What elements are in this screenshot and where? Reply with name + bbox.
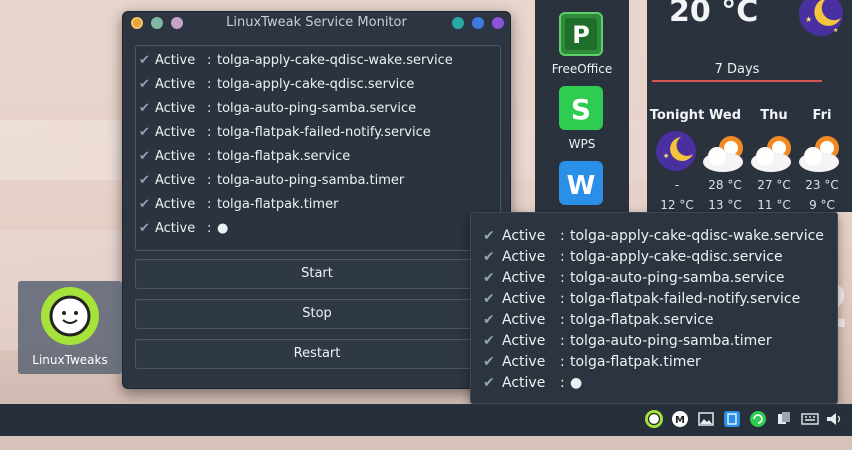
stop-button[interactable]: Stop	[135, 299, 499, 329]
clipboard-manager-tray-icon[interactable]	[775, 410, 793, 428]
list-item: ✔ Active: tolga-apply-cake-qdisc-wake.serv…	[139, 52, 453, 68]
list-item: ✔ Active: tolga-apply-cake-qdisc.service	[483, 248, 783, 265]
list-item: ✔ Active: tolga-flatpak.service	[139, 148, 351, 164]
svg-text:★: ★	[805, 15, 812, 24]
check-icon: ✔	[483, 269, 495, 286]
restart-button[interactable]: Restart	[135, 339, 499, 369]
app-dock: P FreeOffice S WPS W	[535, 0, 629, 212]
service-monitor-window: LinuxTweak Service Monitor ✔ Active: tolga…	[122, 11, 511, 389]
titlebar[interactable]: LinuxTweak Service Monitor	[123, 12, 510, 34]
wps-writer-icon[interactable]: W	[559, 161, 603, 205]
partly-cloudy-icon	[799, 136, 839, 172]
list-item: ✔ Active: tolga-auto-ping-samba.timer	[139, 172, 405, 188]
weather-widget: 20 °C ★ ★ 7 Days Tonight Wed Thu Fri ★ -…	[647, 0, 852, 212]
check-icon: ✔	[483, 290, 495, 307]
wed-high: 28 °C	[708, 178, 742, 192]
list-item: ✔ Active: tolga-auto-ping-samba.service	[483, 269, 785, 286]
current-temperature: 20 °C	[669, 0, 759, 29]
svg-text:★: ★	[663, 152, 669, 160]
check-icon: ✔	[139, 52, 150, 68]
check-icon: ✔	[483, 248, 495, 265]
svg-text:★: ★	[833, 27, 838, 34]
check-icon: ✔	[139, 172, 150, 188]
image-viewer-tray-icon[interactable]	[697, 410, 715, 428]
maximize-button[interactable]	[472, 17, 484, 29]
list-item: ✔ Active: tolga-flatpak-failed-notify.serv…	[483, 290, 801, 307]
wps-label[interactable]: WPS	[535, 137, 629, 151]
freeoffice-label[interactable]: FreeOffice	[535, 62, 629, 76]
svg-text:W: W	[567, 171, 596, 201]
wed-low: 13 °C	[708, 198, 742, 212]
service-list: ✔ Active: tolga-apply-cake-qdisc-wake.serv…	[135, 45, 501, 251]
start-button[interactable]: Start	[135, 259, 499, 289]
keyboard-tray-icon[interactable]	[801, 410, 819, 428]
desktop-icon-label[interactable]: LinuxTweaks	[18, 353, 122, 367]
desktop-bottom-strip	[0, 436, 852, 450]
list-item: ✔ Active: ●	[139, 220, 229, 236]
day-fri: Fri	[812, 108, 832, 123]
list-item: ✔ Active: tolga-flatpak-failed-notify.serv…	[139, 124, 431, 140]
clipboard-tray-icon[interactable]	[723, 410, 741, 428]
tab-7-days[interactable]: 7 Days	[652, 62, 822, 82]
partly-cloudy-icon	[703, 136, 743, 172]
svg-text:M: M	[675, 415, 685, 426]
partly-cloudy-icon	[751, 136, 791, 172]
list-item: ✔ Active: tolga-apply-cake-qdisc.service	[139, 76, 415, 92]
linuxtweaks-icon	[41, 287, 99, 345]
check-icon: ✔	[139, 76, 150, 92]
freeoffice-icon[interactable]: P	[559, 12, 603, 56]
svg-text:S: S	[571, 93, 591, 126]
m-app-tray-icon[interactable]: M	[671, 410, 689, 428]
list-item: ✔ Active: tolga-auto-ping-samba.timer	[483, 332, 772, 349]
day-wed: Wed	[709, 108, 741, 123]
volume-icon[interactable]	[825, 410, 843, 428]
wps-icon[interactable]: S	[559, 86, 603, 130]
tray-tooltip: ✔ Active: tolga-apply-cake-qdisc-wake.serv…	[470, 212, 838, 404]
fri-high: 23 °C	[805, 178, 839, 192]
minimize-button[interactable]	[452, 17, 464, 29]
list-item: ✔ Active: tolga-flatpak.service	[483, 311, 714, 328]
list-item: ✔ Active: ●	[483, 374, 583, 391]
list-item: ✔ Active: tolga-auto-ping-samba.service	[139, 100, 417, 116]
refresh-tray-icon[interactable]	[749, 410, 767, 428]
check-icon: ✔	[139, 124, 150, 140]
close-button[interactable]	[492, 17, 504, 29]
check-icon: ✔	[483, 332, 495, 349]
svg-text:P: P	[572, 21, 590, 49]
check-icon: ✔	[483, 374, 495, 391]
list-item: ✔ Active: tolga-flatpak.timer	[139, 196, 339, 212]
check-icon: ✔	[483, 311, 495, 328]
check-icon: ✔	[139, 220, 150, 236]
check-icon: ✔	[483, 353, 495, 370]
check-icon: ✔	[139, 148, 150, 164]
check-icon: ✔	[139, 196, 150, 212]
desktop-icon-linuxtweaks[interactable]: LinuxTweaks	[18, 281, 122, 374]
fri-low: 9 °C	[809, 198, 835, 212]
linuxtweaks-tray-icon[interactable]	[645, 410, 663, 428]
moon-stars-icon: ★	[656, 131, 696, 171]
check-icon: ✔	[139, 100, 150, 116]
list-item: ✔ Active: tolga-apply-cake-qdisc-wake.serv…	[483, 227, 824, 244]
list-item: ✔ Active: tolga-flatpak.timer	[483, 353, 701, 370]
moon-stars-icon: ★ ★	[799, 0, 843, 36]
check-icon: ✔	[483, 227, 495, 244]
